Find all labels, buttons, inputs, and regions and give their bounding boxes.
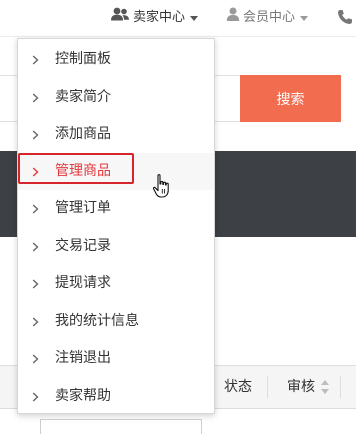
menu-item-seller-help[interactable]: 卖家帮助 bbox=[18, 378, 214, 415]
phone-icon[interactable] bbox=[337, 9, 353, 29]
member-center-menu[interactable]: 会员中心 bbox=[226, 0, 309, 36]
seller-center-label: 卖家中心 bbox=[133, 10, 186, 25]
menu-item-dashboard[interactable]: 控制面板 bbox=[18, 41, 214, 78]
column-divider bbox=[340, 376, 341, 398]
menu-item-transactions[interactable]: 交易记录 bbox=[18, 228, 214, 265]
selection-highlight bbox=[18, 153, 134, 184]
column-header-review[interactable]: 审核 bbox=[287, 366, 315, 408]
chevron-right-icon bbox=[32, 278, 39, 293]
menu-item-label: 控制面板 bbox=[55, 51, 111, 67]
chevron-right-icon bbox=[32, 316, 39, 331]
menu-item-add-product[interactable]: 添加商品 bbox=[18, 116, 214, 153]
seller-center-menu[interactable]: 卖家中心 bbox=[110, 0, 199, 36]
row-input[interactable] bbox=[40, 419, 202, 434]
seller-center-dropdown: 控制面板 卖家简介 添加商品 管理商品 管理订单 交易记录 提现请求 我的统计信… bbox=[17, 38, 215, 414]
menu-item-label: 提现请求 bbox=[55, 275, 111, 291]
menu-item-seller-profile[interactable]: 卖家简介 bbox=[18, 79, 214, 116]
chevron-right-icon bbox=[32, 391, 39, 406]
menu-item-withdraw-request[interactable]: 提现请求 bbox=[18, 265, 214, 302]
chevron-right-icon bbox=[32, 92, 39, 107]
menu-item-label: 卖家简介 bbox=[55, 89, 111, 105]
chevron-right-icon bbox=[32, 241, 39, 256]
search-button[interactable]: 搜索 bbox=[240, 75, 341, 122]
chevron-right-icon bbox=[32, 353, 39, 368]
chevron-right-icon bbox=[32, 54, 39, 69]
member-center-label: 会员中心 bbox=[243, 10, 296, 25]
chevron-down-icon bbox=[300, 15, 309, 21]
menu-item-label: 我的统计信息 bbox=[55, 313, 139, 329]
menu-item-label: 添加商品 bbox=[55, 126, 111, 142]
column-header-status[interactable]: 状态 bbox=[224, 366, 252, 408]
chevron-down-icon bbox=[190, 15, 199, 21]
chevron-right-icon bbox=[32, 129, 39, 144]
top-bar: 卖家中心 会员中心 bbox=[0, 0, 356, 37]
hand-pointer-icon bbox=[152, 173, 172, 203]
menu-item-my-statistics[interactable]: 我的统计信息 bbox=[18, 303, 214, 340]
chevron-right-icon bbox=[32, 203, 39, 218]
user-icon bbox=[226, 0, 240, 36]
sort-icon[interactable] bbox=[320, 379, 330, 395]
search-button-label: 搜索 bbox=[276, 91, 305, 108]
menu-item-label: 交易记录 bbox=[55, 238, 111, 254]
page: 卖家中心 会员中心 搜索 状态 审核 控制面板 卖家简介 添加商品 管理商品 管… bbox=[0, 0, 356, 434]
column-divider bbox=[267, 376, 268, 398]
menu-item-label: 卖家帮助 bbox=[55, 388, 111, 404]
menu-item-manage-orders[interactable]: 管理订单 bbox=[18, 190, 214, 227]
menu-item-logout[interactable]: 注销退出 bbox=[18, 340, 214, 377]
menu-item-label: 注销退出 bbox=[55, 350, 111, 366]
users-icon bbox=[110, 0, 130, 36]
menu-item-label: 管理订单 bbox=[55, 200, 111, 216]
